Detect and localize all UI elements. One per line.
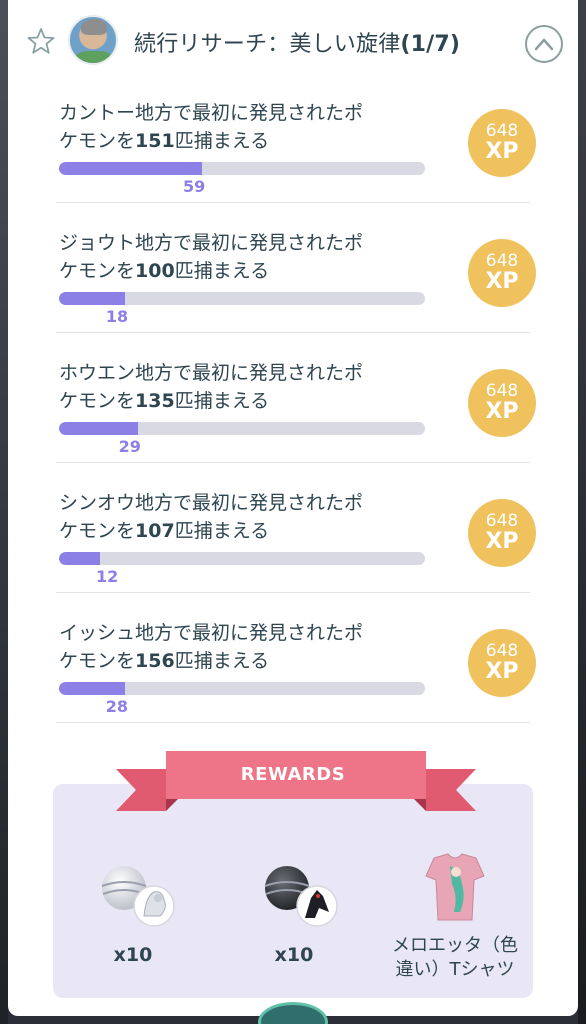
progress-bar xyxy=(59,292,425,305)
progress-fill xyxy=(59,162,202,175)
task-description: シンオウ地方で最初に発見されたポ ケモンを107匹捕まえる xyxy=(59,489,429,545)
background-right xyxy=(578,0,586,1024)
xp-unit: XP xyxy=(485,139,519,164)
task-row: イッシュ地方で最初に発見されたポ ケモンを156匹捕まえる 28 648 XP xyxy=(56,593,536,723)
progress-value: 18 xyxy=(105,307,129,326)
reward-quantity: x10 xyxy=(274,944,314,966)
task-description: ホウエン地方で最初に発見されたポ ケモンを135匹捕まえる xyxy=(59,359,429,415)
xp-unit: XP xyxy=(485,399,519,424)
star-icon[interactable] xyxy=(26,26,56,56)
reshiram-encounter-icon xyxy=(58,850,208,930)
task-text-line1: ジョウト地方で最初に発見されたポ xyxy=(59,232,364,254)
xp-reward-badge: 648 XP xyxy=(468,499,536,567)
rewards-title: REWARDS xyxy=(240,764,346,785)
task-row: カントー地方で最初に発見されたポ ケモンを151匹捕まえる 59 648 XP xyxy=(56,85,536,203)
task-text-line1: カントー地方で最初に発見されたポ xyxy=(59,102,364,124)
research-card: 続行リサーチ：美しい旋律(1/7) カントー地方で最初に発見されたポ ケモンを1… xyxy=(8,0,578,1016)
research-title-text: 続行リサーチ：美しい旋律 xyxy=(134,32,401,57)
progress-value: 28 xyxy=(105,697,128,716)
progress-value: 29 xyxy=(118,437,141,456)
task-list: カントー地方で最初に発見されたポ ケモンを151匹捕まえる 59 648 XP … xyxy=(56,85,536,723)
reward-item-name: メロエッタ（色 違い）Tシャツ xyxy=(392,935,518,980)
xp-amount: 648 xyxy=(485,381,519,401)
xp-amount: 648 xyxy=(485,251,519,271)
task-description: イッシュ地方で最初に発見されたポ ケモンを156匹捕まえる xyxy=(59,619,429,675)
xp-reward-badge: 648 XP xyxy=(468,109,536,177)
task-text-line2: ケモンを100匹捕まえる xyxy=(59,260,270,282)
collapse-button[interactable] xyxy=(525,25,563,63)
background-left xyxy=(0,0,8,1024)
task-description: カントー地方で最初に発見されたポ ケモンを151匹捕まえる xyxy=(59,99,429,155)
task-text-line2: ケモンを156匹捕まえる xyxy=(59,650,270,672)
task-text-line1: イッシュ地方で最初に発見されたポ xyxy=(59,622,364,644)
task-text-line1: ホウエン地方で最初に発見されたポ xyxy=(59,362,364,384)
reward-item[interactable]: x10 xyxy=(219,850,369,966)
progress-bar xyxy=(59,422,425,435)
xp-amount: 648 xyxy=(485,641,519,661)
progress-bar xyxy=(59,682,425,695)
xp-amount: 648 xyxy=(485,511,519,531)
xp-unit: XP xyxy=(485,269,519,294)
reward-item[interactable]: x10 xyxy=(58,850,208,966)
reward-item[interactable]: メロエッタ（色 違い）Tシャツ xyxy=(380,850,530,982)
professor-avatar xyxy=(68,15,118,65)
xp-unit: XP xyxy=(485,659,519,684)
xp-unit: XP xyxy=(485,529,519,554)
progress-fill xyxy=(59,292,125,305)
xp-reward-badge: 648 XP xyxy=(468,239,536,307)
task-row: シンオウ地方で最初に発見されたポ ケモンを107匹捕まえる 12 648 XP xyxy=(56,463,536,593)
task-text-line2: ケモンを151匹捕まえる xyxy=(59,130,270,152)
zekrom-encounter-icon xyxy=(219,850,369,930)
progress-fill xyxy=(59,422,138,435)
progress-bar xyxy=(59,162,425,175)
progress-fill xyxy=(59,552,101,565)
meloetta-shiny-tshirt-icon xyxy=(380,850,530,930)
progress-bar xyxy=(59,552,425,565)
research-title: 続行リサーチ：美しい旋律(1/7) xyxy=(134,26,460,58)
task-text-line2: ケモンを107匹捕まえる xyxy=(59,520,270,542)
research-step-count: (1/7) xyxy=(400,32,461,57)
xp-amount: 648 xyxy=(485,121,519,141)
task-description: ジョウト地方で最初に発見されたポ ケモンを100匹捕まえる xyxy=(59,229,429,285)
xp-reward-badge: 648 XP xyxy=(468,629,536,697)
research-header: 続行リサーチ：美しい旋律(1/7) xyxy=(8,0,578,84)
progress-value: 59 xyxy=(183,177,206,196)
task-row: ホウエン地方で最初に発見されたポ ケモンを135匹捕まえる 29 648 XP xyxy=(56,333,536,463)
reward-quantity: x10 xyxy=(113,944,153,966)
xp-reward-badge: 648 XP xyxy=(468,369,536,437)
task-text-line2: ケモンを135匹捕まえる xyxy=(59,390,270,412)
task-row: ジョウト地方で最初に発見されたポ ケモンを100匹捕まえる 18 648 XP xyxy=(56,203,536,333)
task-text-line1: シンオウ地方で最初に発見されたポ xyxy=(59,492,364,514)
progress-fill xyxy=(59,682,125,695)
chevron-up-icon xyxy=(534,38,554,51)
progress-value: 12 xyxy=(96,567,119,586)
